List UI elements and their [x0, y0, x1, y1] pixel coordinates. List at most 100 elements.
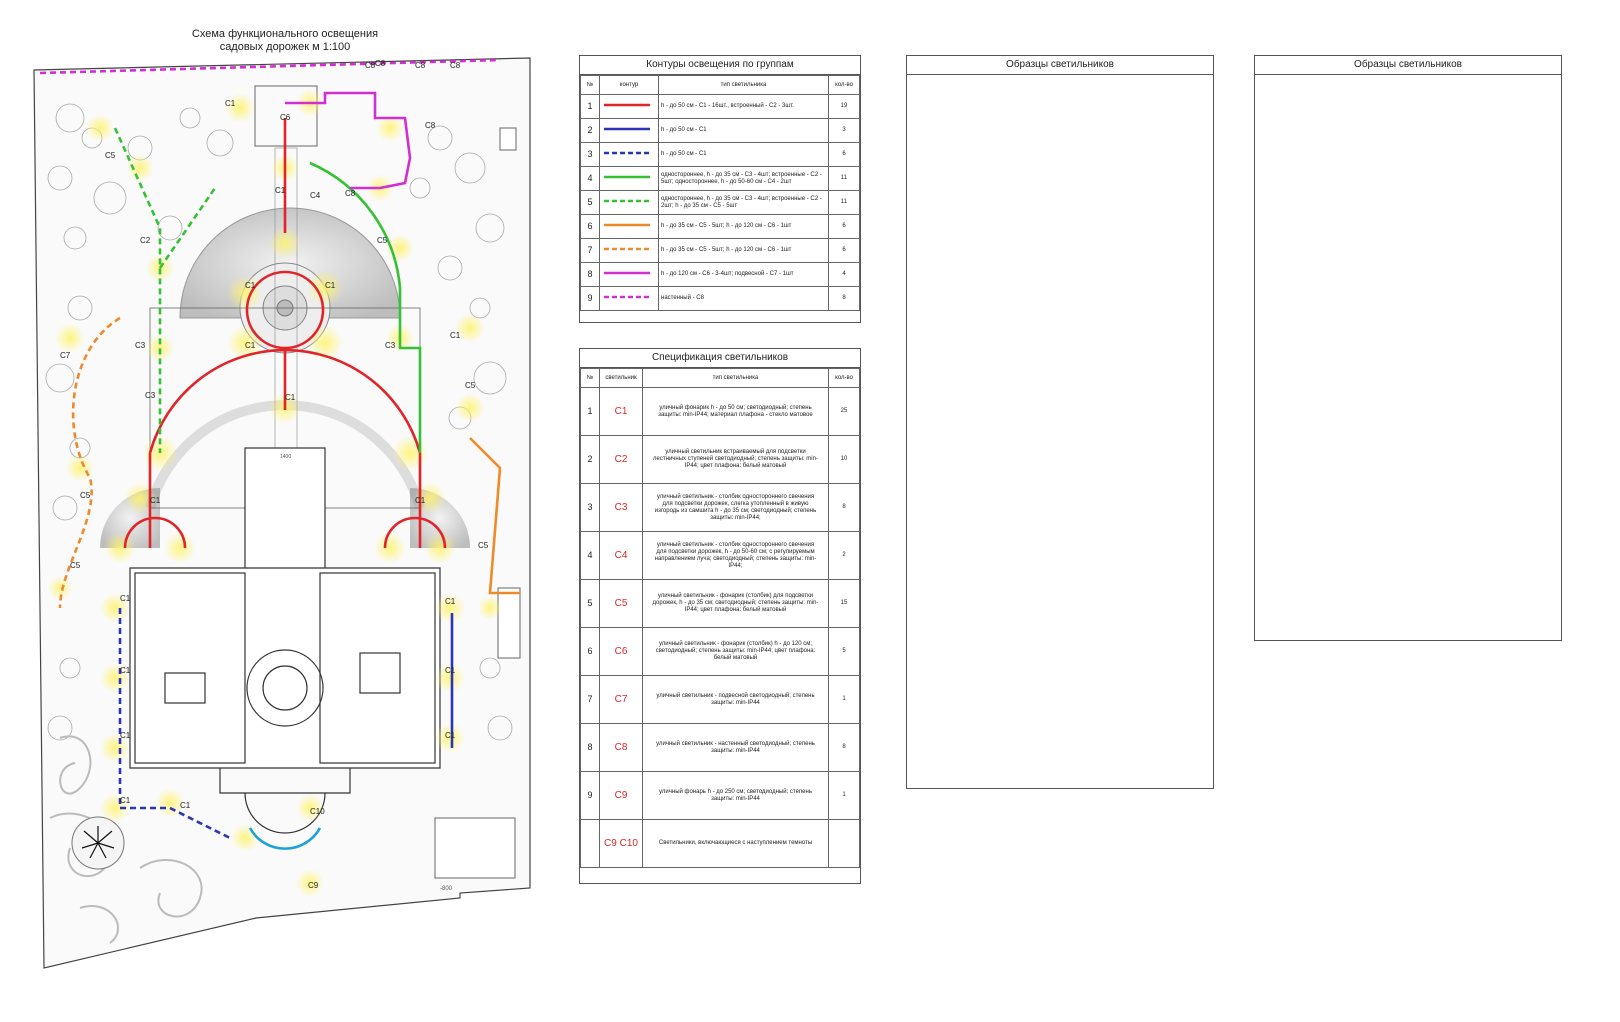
plan-fixture-label: C8	[415, 61, 426, 70]
spec-number	[580, 819, 600, 868]
group-qty: 4	[828, 262, 860, 287]
site-plan-drawing: -800 1400 C1C1C5C4C5C1C6C8C10C9C1 C1C1C1…	[33, 57, 531, 969]
plan-fixture-label: C9	[308, 881, 319, 890]
spec-row: 4 C4 уличный светильник - столбик одностор…	[580, 531, 860, 580]
group-type: настенный - C8	[658, 286, 829, 311]
group-row: 5 одностороннее, h - до 35 см - C3 - 4шт;…	[580, 190, 860, 215]
group-number: 6	[580, 214, 600, 239]
plan-fixture-label: C8	[345, 189, 356, 198]
group-number: 1	[580, 94, 600, 119]
spec-code: C7	[599, 675, 643, 724]
group-row: 1 h - до 50 см - C1 - 16шт., встроенный -…	[580, 94, 860, 119]
plan-fixture-label: C4	[310, 191, 321, 200]
spec-number: 8	[580, 723, 600, 772]
group-type: h - до 35 см - C5 - 5шт; h - до 120 см -…	[658, 238, 829, 263]
spec-number: 6	[580, 627, 600, 676]
spec-qty: 25	[828, 387, 860, 436]
spec-description: уличный светильник - фонарик (столбик) h…	[642, 627, 829, 676]
plan-fixture-label: C3	[145, 391, 156, 400]
plan-fixture-label: C1	[120, 796, 131, 805]
plan-fixture-label: C1	[275, 186, 286, 195]
spec-qty: 5	[828, 627, 860, 676]
col-header-contour: контур	[599, 75, 659, 95]
plan-fixture-label: C1	[150, 496, 161, 505]
col-header-type: тип светильника	[658, 75, 829, 95]
plan-fixture-label: C1	[445, 597, 456, 606]
plan-fixture-label: C1	[120, 594, 131, 603]
spec-number: 3	[580, 483, 600, 532]
spec-row: 5 C5 уличный светильник - фонарик (столбик…	[580, 579, 860, 628]
plan-fixture-label: C1	[120, 666, 131, 675]
group-type: h - до 35 см - C5 - 5шт; h - до 120 см -…	[658, 214, 829, 239]
plan-fixture-label: C5	[105, 151, 116, 160]
dim-mark: 1400	[280, 454, 291, 460]
spec-row: 9 C9 уличный фонарь h - до 250 см; светоди…	[580, 771, 860, 820]
spec-col-number: №	[580, 368, 600, 388]
plan-fixture-label: C8	[425, 121, 436, 130]
plan-fixture-label: C5	[465, 381, 476, 390]
plan-fixture-label: C1	[120, 731, 131, 740]
spec-number: 4	[580, 531, 600, 580]
spec-qty: 10	[828, 435, 860, 484]
lighting-groups-panel: Контуры освещения по группам № контур ти…	[579, 55, 861, 323]
group-qty: 6	[828, 214, 860, 239]
spec-title: Спецификация светильников	[580, 349, 860, 368]
spec-description: уличный светильник - подвесной светодиод…	[642, 675, 829, 724]
spec-panel: Спецификация светильников № светильник т…	[579, 348, 861, 884]
spec-row: C9 C10 Светильники, включающиеся с наступ…	[580, 819, 860, 868]
plan-fixture-label: C8	[450, 61, 461, 70]
spec-row: 6 C6 уличный светильник - фонарик (столбик…	[580, 627, 860, 676]
spec-row: 2 C2 уличный светильник встраиваемый для п…	[580, 435, 860, 484]
spec-number: 5	[580, 579, 600, 628]
spec-description: уличный светильник - настенный светодиод…	[642, 723, 829, 772]
spec-row: 1 C1 уличный фонарик h - до 50 см; светоди…	[580, 387, 860, 436]
group-type: h - до 50 см - C1	[658, 142, 829, 167]
plan-fixture-label: C1	[325, 281, 336, 290]
plan-fixture-label: C1	[415, 496, 426, 505]
spec-description: уличный светильник - столбик односторонн…	[642, 531, 829, 580]
plan-fixture-label: C1	[450, 331, 461, 340]
samples-left-title: Образцы светильников	[907, 56, 1213, 75]
plan-fixture-label: C5	[478, 541, 489, 550]
plan-fixture-label: C10	[310, 807, 325, 816]
spec-description: уличный светильник - фонарик (столбик) д…	[642, 579, 829, 628]
plan-fixture-label: C1	[285, 393, 296, 402]
group-row: 9 настенный - C8 8	[580, 286, 860, 311]
group-number: 4	[580, 166, 600, 191]
spec-qty: 2	[828, 531, 860, 580]
terrace	[434, 817, 516, 879]
plan-fixture-label: C3	[385, 341, 396, 350]
spec-number: 7	[580, 675, 600, 724]
spec-code: C5	[599, 579, 643, 628]
group-number: 3	[580, 142, 600, 167]
spec-table: № светильник тип светильника кол-во 1 C1 у…	[580, 368, 860, 868]
spec-description: уличный светильник встраиваемый для подс…	[642, 435, 829, 484]
group-qty: 19	[828, 94, 860, 119]
group-contour-swatch	[599, 262, 659, 287]
plan-fixture-label: C8	[375, 59, 386, 68]
group-qty: 6	[828, 238, 860, 263]
spec-code: C4	[599, 531, 643, 580]
group-qty: 11	[828, 166, 860, 191]
spec-description: уличный фонарь h - до 250 см; светодиодн…	[642, 771, 829, 820]
group-contour-swatch	[599, 190, 659, 215]
spec-qty: 8	[828, 723, 860, 772]
group-row: 6h - до 35 см - C5 - 5шт; h - до 120 см …	[580, 214, 860, 239]
plan-fixture-label: C5	[377, 236, 388, 245]
spec-qty: 8	[828, 483, 860, 532]
spec-number: 2	[580, 435, 600, 484]
group-qty: 8	[828, 286, 860, 311]
lighting-groups-title: Контуры освещения по группам	[580, 56, 860, 75]
plan-fixture-label: C2	[140, 236, 151, 245]
group-type: одностороннее, h - до 35 см - C3 - 4шт; …	[658, 190, 829, 215]
plan-fixture-label: C1	[180, 801, 191, 810]
plan-title-line1: Схема функционального освещения	[191, 28, 379, 40]
spec-code: C3	[599, 483, 643, 532]
samples-left-panel: Образцы светильников	[906, 55, 1214, 789]
spec-qty: 1	[828, 675, 860, 724]
samples-right-panel: Образцы светильников	[1254, 55, 1562, 641]
spec-col-type: тип светильника	[642, 368, 829, 388]
group-type: h - до 50 см - C1 - 16шт., встроенный - …	[658, 94, 829, 119]
spec-code: C9	[599, 771, 643, 820]
ground-mark: -800	[440, 886, 453, 892]
